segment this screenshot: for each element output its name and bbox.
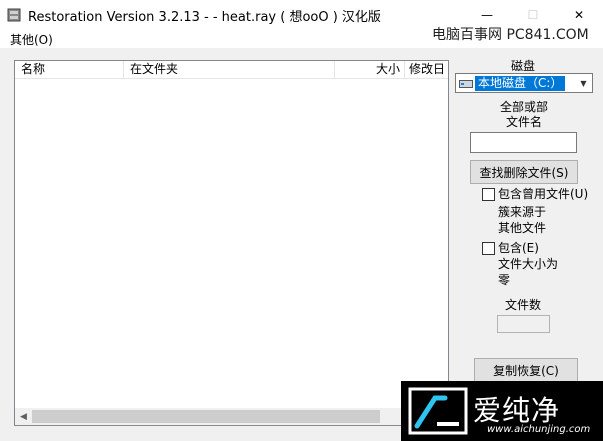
watermark-text: 电脑百事网 PC841.COM <box>432 27 589 43</box>
list-header: 名称 在文件夹 大小 修改日 <box>15 61 448 79</box>
column-header-size[interactable]: 大小 <box>335 61 405 79</box>
find-deleted-files-button[interactable]: 查找删除文件(S) <box>470 160 578 184</box>
drive-select[interactable]: 本地磁盘（C:） ▼ <box>455 73 593 93</box>
include-zero-size-label: 包含(E) <box>498 241 539 255</box>
app-icon <box>7 8 21 22</box>
horizontal-scrollbar[interactable]: ◀ <box>15 408 448 425</box>
watermark-brand: 爱纯净 <box>473 394 561 427</box>
include-used-files-description: 簇来源于 其他文件 <box>498 205 547 235</box>
menu-item-other[interactable]: 其他(O) <box>10 31 53 48</box>
include-used-files-label: 包含曾用文件(U) <box>498 187 589 201</box>
include-zero-size-checkbox[interactable] <box>482 242 495 255</box>
file-count-label: 文件数 <box>504 298 541 312</box>
include-zero-size-description: 文件大小为 零 <box>498 257 559 287</box>
column-header-name[interactable]: 名称 <box>15 61 124 79</box>
column-header-folder[interactable]: 在文件夹 <box>124 61 335 79</box>
drive-label: 磁盘 <box>510 59 535 73</box>
file-list[interactable]: 名称 在文件夹 大小 修改日 ◀ <box>14 60 449 426</box>
drive-icon <box>459 80 473 88</box>
scrollbar-thumb[interactable] <box>32 410 380 423</box>
scroll-left-icon[interactable]: ◀ <box>15 408 32 425</box>
include-used-files-checkbox[interactable] <box>482 188 495 201</box>
copy-restore-button[interactable]: 复制恢复(C) <box>474 358 578 382</box>
watermark-logo-area: 爱纯净 www.aichunjing.com <box>401 381 603 441</box>
watermark-logo-icon <box>408 387 468 435</box>
watermark-url: www.aichunjing.com <box>487 424 591 435</box>
filename-input[interactable] <box>470 132 577 153</box>
column-header-modified[interactable]: 修改日 <box>405 61 448 79</box>
window-title: Restoration Version 3.2.13 - - heat.ray … <box>28 10 381 25</box>
chevron-down-icon[interactable]: ▼ <box>575 74 592 92</box>
file-count-value <box>497 315 550 333</box>
filename-label: 全部或部 文件名 <box>499 100 548 129</box>
drive-selected-value: 本地磁盘（C:） <box>475 76 566 91</box>
